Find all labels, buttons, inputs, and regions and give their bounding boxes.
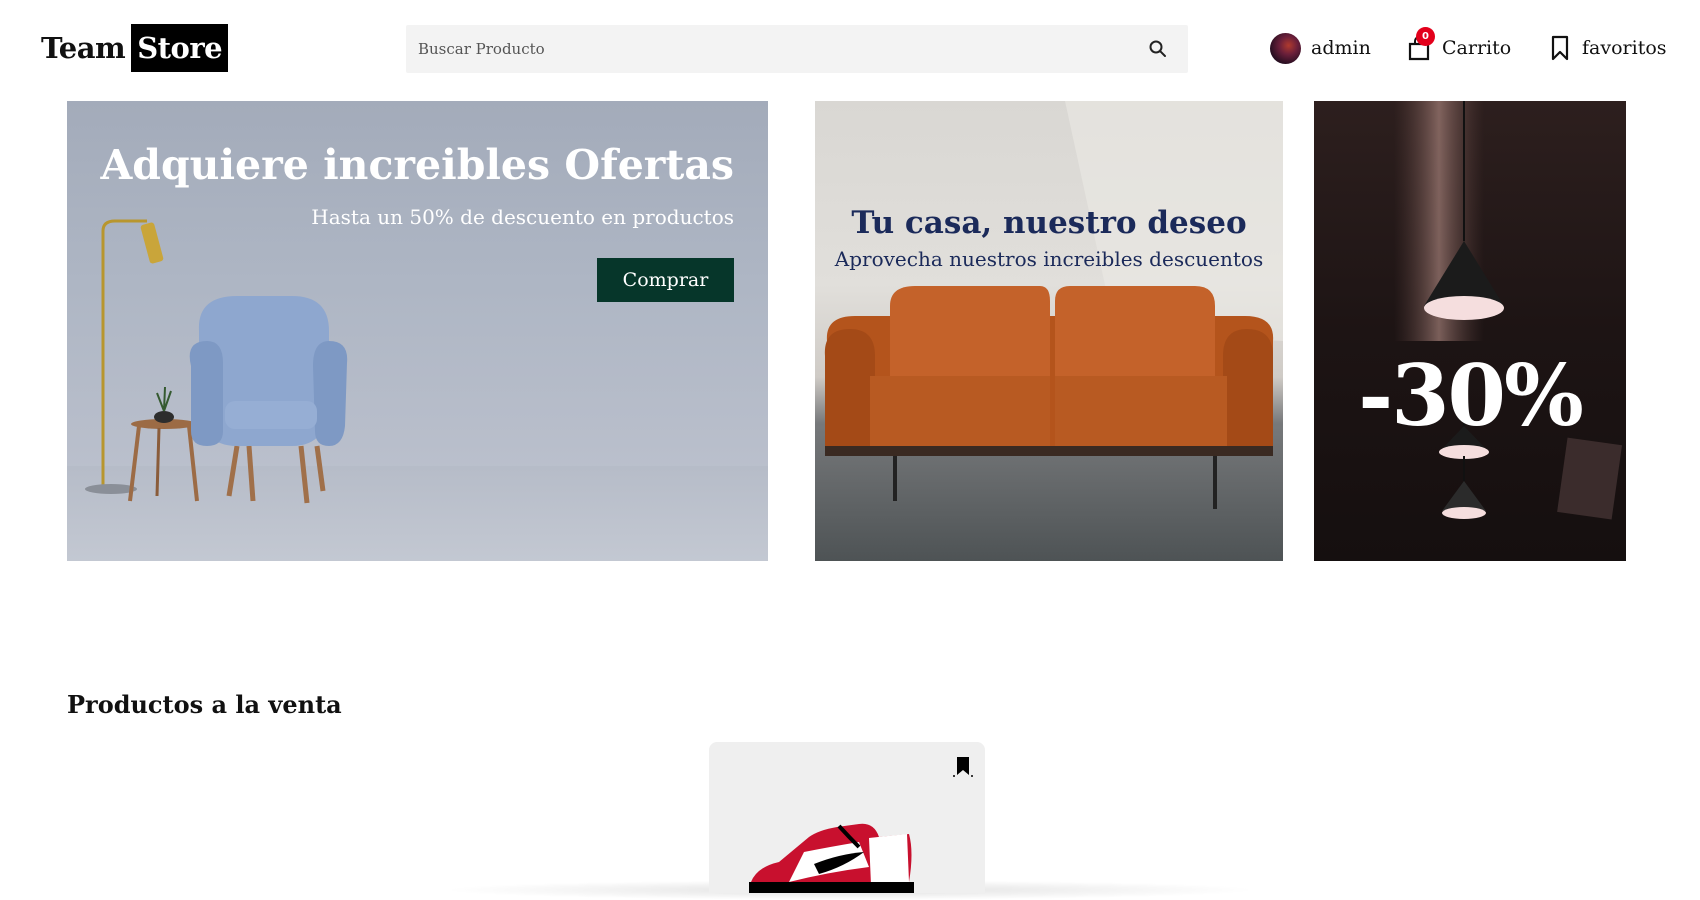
user-name: admin (1311, 37, 1371, 59)
banner-middle-title: Tu casa, nuestro deseo (851, 205, 1247, 241)
promo-banner-middle[interactable]: Tu casa, nuestro deseo Aprovecha nuestro… (815, 101, 1283, 561)
team-store-logo[interactable]: Team Store (41, 24, 229, 72)
banner-middle-subtitle: Aprovecha nuestros increibles descuentos (834, 247, 1264, 271)
avatar (1270, 32, 1301, 64)
search-icon[interactable] (1148, 39, 1168, 59)
products-section-title: Productos a la venta (67, 690, 342, 719)
cart-count-badge: 0 (1416, 27, 1435, 46)
search-bar (406, 25, 1188, 73)
cart-link[interactable]: 0 Carrito (1408, 27, 1512, 64)
logo-store-text: Store (131, 24, 229, 72)
favorites-link[interactable]: favoritos (1550, 32, 1667, 64)
user-menu[interactable]: admin (1270, 32, 1371, 64)
sofa-illustration (824, 101, 1283, 509)
cart-label: Carrito (1442, 37, 1512, 59)
banner-main-title: Adquiere increibles Ofertas (100, 141, 735, 189)
banner-main-subtitle: Hasta un 50% de descuento en productos (311, 205, 734, 229)
bookmark-icon (1551, 35, 1569, 61)
top-header: Team Store admin 0 Carrito favoritos (0, 0, 1700, 96)
search-input[interactable] (406, 25, 1126, 73)
buy-button[interactable]: Comprar (597, 258, 734, 302)
promo-banner-discount[interactable]: -30% (1314, 101, 1626, 561)
discount-label: -30% (1358, 346, 1584, 445)
sneaker-image (749, 823, 914, 893)
product-card[interactable] (709, 742, 985, 893)
favorites-label: favoritos (1582, 37, 1667, 59)
pendant-lamps-illustration (1394, 101, 1623, 520)
promo-banner-main[interactable]: Adquiere increibles Ofertas Hasta un 50%… (67, 101, 768, 561)
logo-team-text: Team (41, 31, 126, 65)
